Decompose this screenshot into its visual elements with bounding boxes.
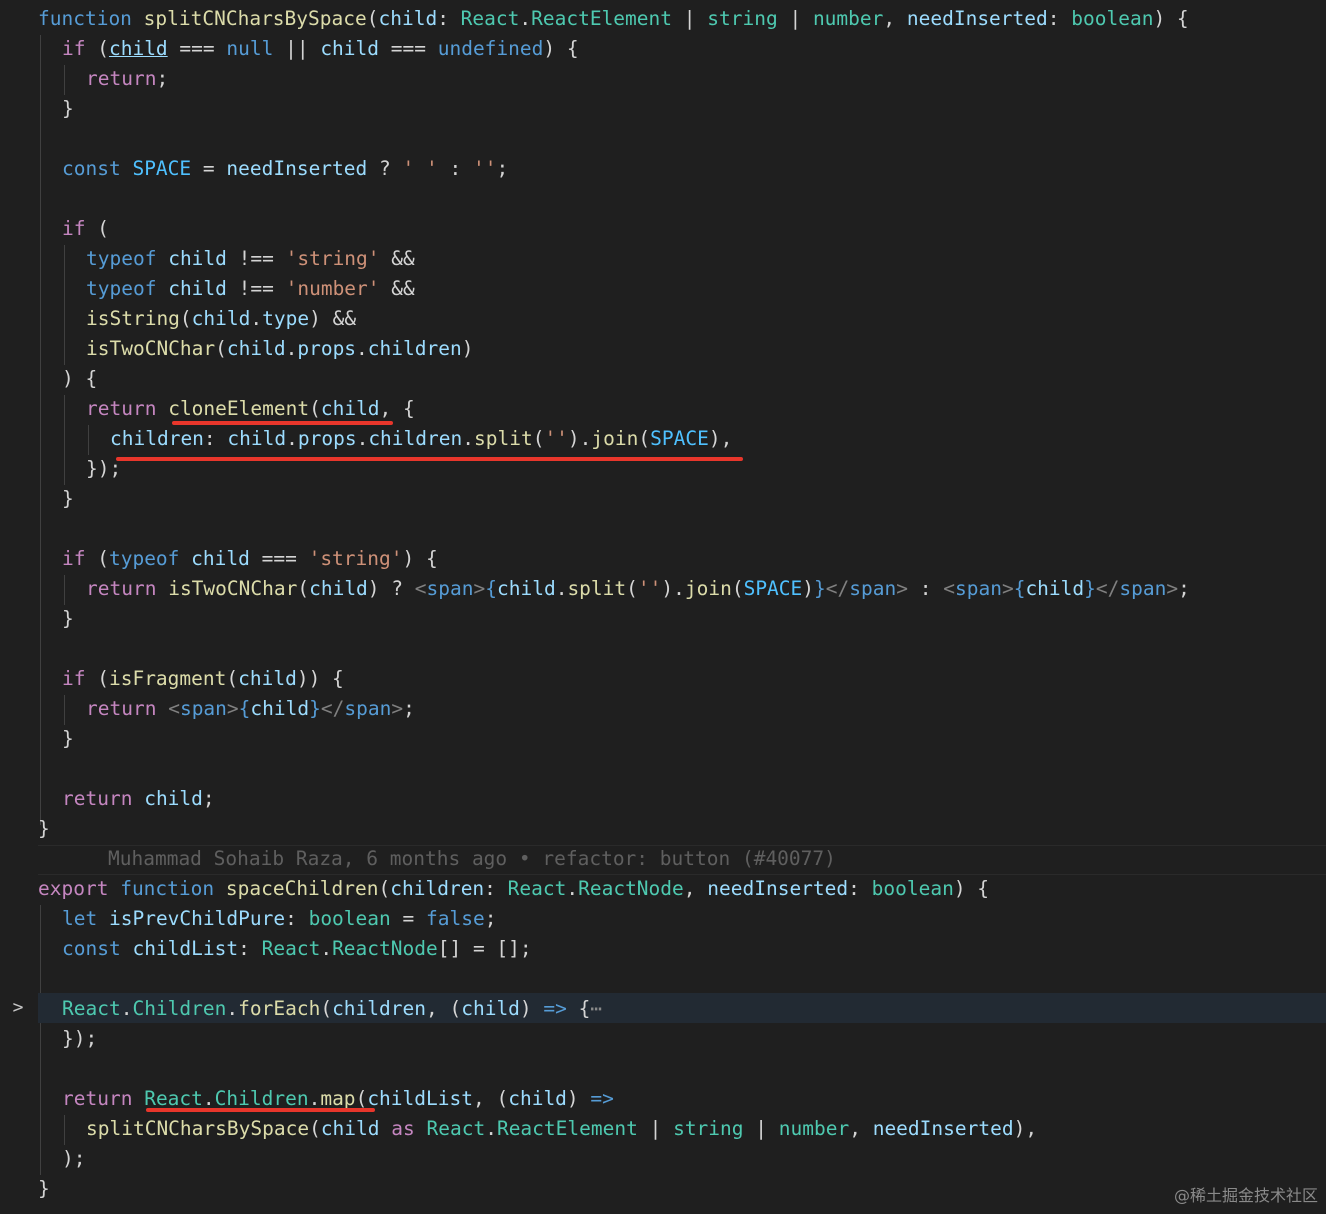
code-line: } <box>62 607 74 630</box>
code-line: export function spaceChildren(children: … <box>38 877 990 900</box>
code-line: }); <box>62 1027 98 1050</box>
code-line: if ( <box>62 217 109 240</box>
code-line: let isPrevChildPure: boolean = false; <box>62 907 497 930</box>
code-line: ); <box>62 1147 86 1170</box>
indent-guide <box>64 245 65 365</box>
indent-guide <box>64 575 65 605</box>
annotation-underline-react-children-map <box>146 1108 375 1112</box>
indent-guide <box>88 425 89 455</box>
code-line: isTwoCNChar(child.props.children) <box>86 337 474 360</box>
code-line: } <box>62 727 74 750</box>
chevron-right-icon[interactable]: > <box>9 993 27 1023</box>
code-line: ) { <box>62 367 98 390</box>
code-editor[interactable]: > Muhammad Sohaib Raza, 6 months ago • r… <box>0 0 1326 1214</box>
indent-guide <box>40 905 41 1175</box>
code-line: if (typeof child === 'string') { <box>62 547 438 570</box>
indent-guide <box>64 395 65 485</box>
code-line: isString(child.type) && <box>86 307 357 330</box>
code-line: } <box>62 487 74 510</box>
code-line-folded[interactable]: React.Children.forEach(children, (child)… <box>62 994 602 1024</box>
indent-guide <box>40 35 41 825</box>
code-line: } <box>38 1177 50 1200</box>
code-line: splitCNCharsBySpace(child as React.React… <box>86 1117 1038 1140</box>
code-line: const SPACE = needInserted ? ' ' : ''; <box>62 157 509 180</box>
folded-ellipsis-icon[interactable]: ⋯ <box>590 997 602 1020</box>
indent-guide <box>64 1115 65 1145</box>
code-line: function splitCNCharsBySpace(child: Reac… <box>38 7 1189 30</box>
code-line: return isTwoCNChar(child) ? <span>{child… <box>86 577 1190 600</box>
code-line: return cloneElement(child, { <box>86 397 415 420</box>
git-blame-annotation: Muhammad Sohaib Raza, 6 months ago • ref… <box>108 847 836 870</box>
code-line: typeof child !== 'string' && <box>86 247 415 270</box>
code-line: const childList: React.ReactNode[] = []; <box>62 937 532 960</box>
code-line: } <box>62 97 74 120</box>
indent-guide <box>64 695 65 725</box>
code-line: if (isFragment(child)) { <box>62 667 344 690</box>
annotation-underline-cloneelement <box>172 421 393 425</box>
code-line: return <span>{child}</span>; <box>86 697 415 720</box>
code-line: } <box>38 817 50 840</box>
code-line: children: child.props.children.split('')… <box>110 427 733 450</box>
code-line: typeof child !== 'number' && <box>86 277 415 300</box>
code-line: return; <box>86 67 169 90</box>
code-line: return child; <box>62 787 215 810</box>
code-line: if (child === null || child === undefine… <box>62 37 579 60</box>
annotation-underline-children-split-join <box>116 457 743 461</box>
indent-guide <box>64 65 65 95</box>
watermark: @稀土掘金技术社区 <box>1173 1186 1318 1205</box>
